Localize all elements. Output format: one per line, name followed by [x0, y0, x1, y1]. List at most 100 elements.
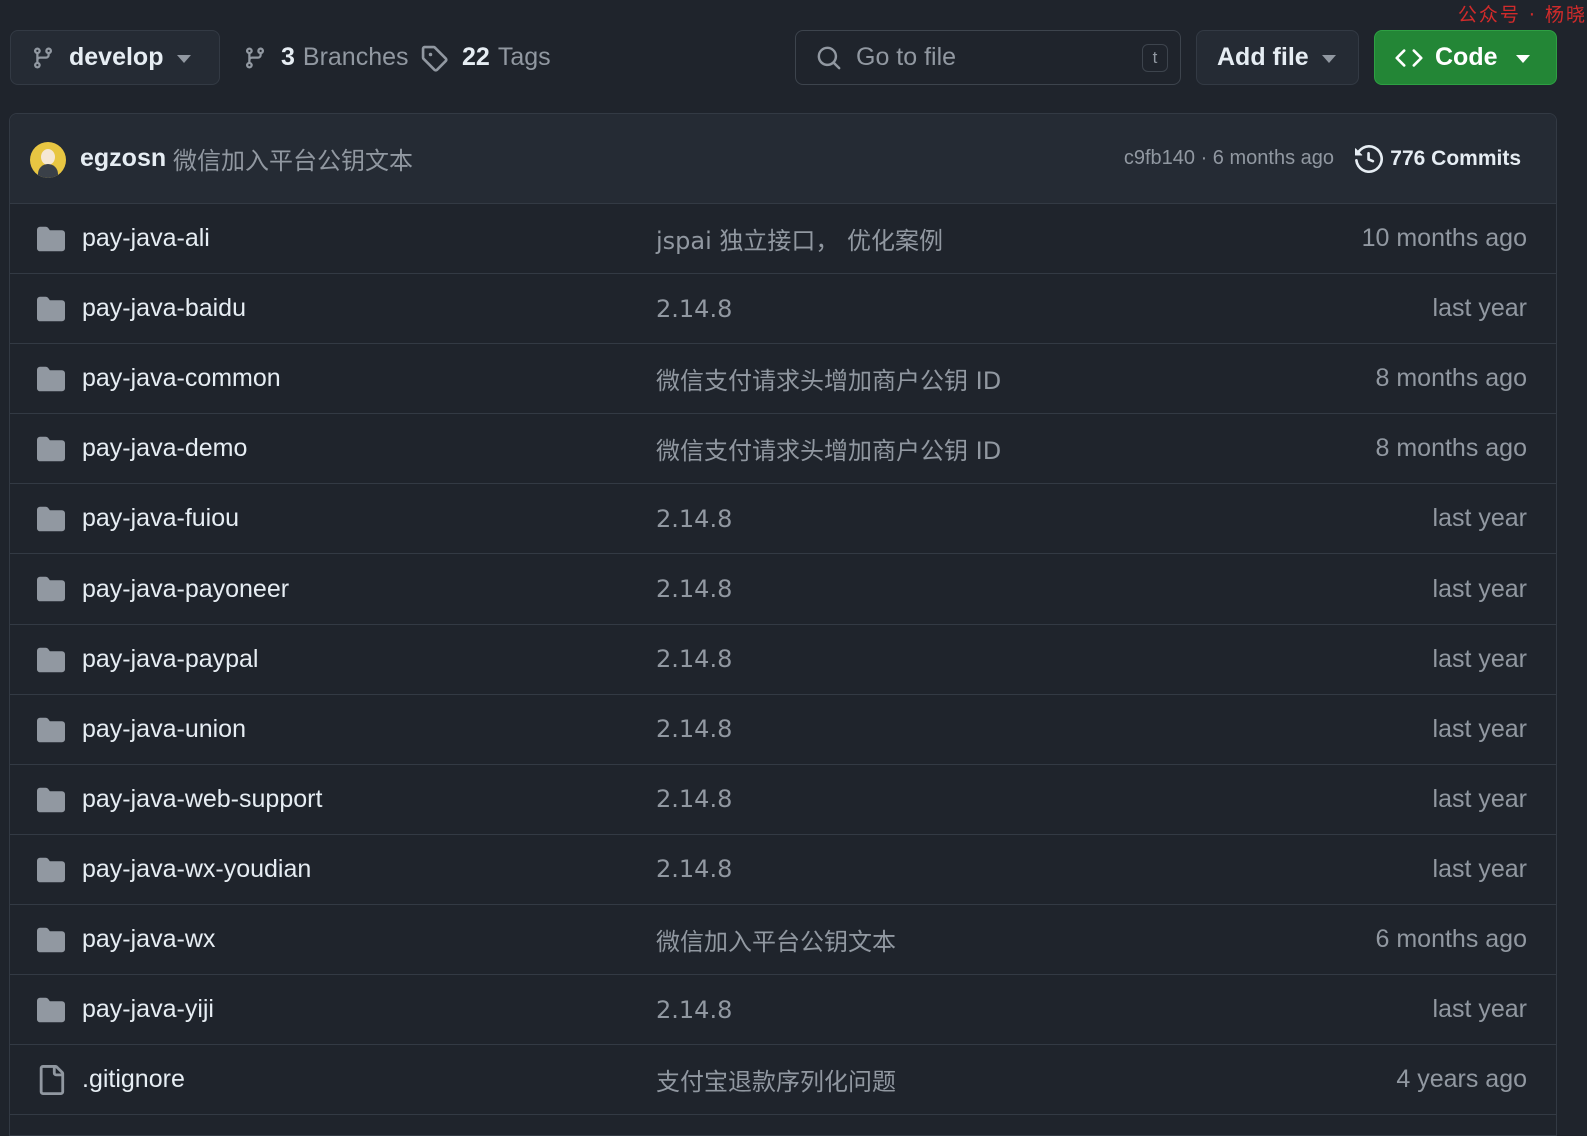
history-icon	[1355, 144, 1384, 173]
avatar[interactable]	[30, 142, 66, 178]
branches-link[interactable]: 3 Branches	[243, 30, 409, 85]
tags-link[interactable]: 22 Tags	[420, 30, 551, 85]
table-row[interactable]: pay-java-union 2.14.8 last year	[10, 695, 1556, 765]
file-name-link[interactable]: pay-java-union	[82, 715, 246, 744]
go-to-file-search[interactable]: t	[795, 30, 1181, 85]
commit-message-link[interactable]: 2.14.8	[656, 295, 732, 323]
commit-date: last year	[1432, 995, 1527, 1024]
table-row[interactable]: pay-java-payoneer 2.14.8 last year	[10, 554, 1556, 625]
table-row[interactable]: .gitignore 支付宝退款序列化问题 4 years ago	[10, 1045, 1556, 1116]
git-branch-icon	[33, 47, 52, 69]
commit-hash-time[interactable]: c9fb140 · 6 months ago	[1124, 147, 1334, 170]
file-name-link[interactable]: pay-java-fuiou	[82, 504, 239, 533]
search-icon	[817, 46, 841, 69]
commit-message-link[interactable]: 2.14.8	[656, 715, 732, 743]
table-row[interactable]: pay-java-wx-youdian 2.14.8 last year	[10, 835, 1556, 905]
chevron-down-icon	[177, 55, 191, 63]
file-name-link[interactable]: pay-java-payoneer	[82, 575, 289, 604]
file-name-link[interactable]: pay-java-paypal	[82, 645, 259, 674]
folder-icon	[36, 926, 66, 959]
watermark-text: 公众号 · 杨晓	[1457, 4, 1587, 26]
tag-icon	[421, 45, 448, 72]
file-icon	[36, 1065, 66, 1100]
file-name-link[interactable]: pay-java-yiji	[82, 995, 214, 1024]
folder-icon	[36, 225, 66, 258]
commit-message-link[interactable]: 微信支付请求头增加商户公钥 ID	[656, 361, 1001, 396]
table-row[interactable]: pay-java-paypal 2.14.8 last year	[10, 625, 1556, 695]
tags-label: Tags	[497, 43, 551, 71]
code-icon	[1395, 48, 1423, 67]
commit-date: last year	[1432, 574, 1527, 603]
chevron-down-icon	[1322, 55, 1336, 63]
commit-date: last year	[1432, 504, 1527, 533]
code-label: Code	[1435, 43, 1498, 71]
commit-date: last year	[1432, 644, 1527, 673]
commit-message-link[interactable]: 2.14.8	[656, 575, 732, 603]
table-row[interactable]: pay-java-common 微信支付请求头增加商户公钥 ID 8 months …	[10, 344, 1556, 415]
table-row[interactable]: pay-java-fuiou 2.14.8 last year	[10, 484, 1556, 555]
commit-date: 10 months ago	[1361, 224, 1527, 253]
commit-date: 6 months ago	[1375, 924, 1528, 953]
repo-toolbar: develop 3 Branches 22 Tags t Add file Co…	[0, 0, 1587, 112]
folder-icon	[36, 295, 66, 328]
table-row[interactable]: pay-java-demo 微信支付请求头增加商户公钥 ID 8 months ag…	[10, 414, 1556, 485]
commit-message-link[interactable]: jspai 独立接口， 优化案例	[656, 221, 943, 256]
keyboard-shortcut-hint: t	[1142, 44, 1168, 72]
branch-selector-button[interactable]: develop	[10, 30, 220, 85]
folder-icon	[36, 996, 66, 1029]
file-name-link[interactable]: pay-java-common	[82, 364, 281, 393]
commit-date: last year	[1432, 784, 1527, 813]
commit-message-link[interactable]: 微信加入平台公钥文本	[656, 922, 896, 957]
commit-message-link[interactable]: 微信加入平台公钥文本	[173, 141, 413, 176]
avatar-body	[38, 164, 58, 178]
git-branch-icon	[245, 47, 264, 69]
folder-icon	[36, 505, 66, 538]
commit-date: last year	[1432, 714, 1527, 743]
file-table: egzosn 微信加入平台公钥文本 c9fb140 · 6 months ago…	[9, 113, 1557, 1136]
commit-message-link[interactable]: 支付宝退款序列化问题	[656, 1062, 896, 1097]
commits-count-label: 776 Commits	[1390, 146, 1521, 170]
table-row[interactable]: pay-java-web-support 2.14.8 last year	[10, 765, 1556, 835]
file-name-link[interactable]: pay-java-demo	[82, 434, 247, 463]
commit-date: last year	[1432, 854, 1527, 883]
chevron-down-icon	[1516, 55, 1530, 63]
folder-icon	[36, 716, 66, 749]
commit-message-link[interactable]: 2.14.8	[656, 996, 732, 1024]
commit-author-link[interactable]: egzosn	[80, 144, 166, 173]
go-to-file-input[interactable]	[856, 43, 1116, 72]
file-name-link[interactable]: .gitignore	[82, 1065, 185, 1094]
table-row[interactable]: pay-java-wx 微信加入平台公钥文本 6 months ago	[10, 905, 1556, 976]
add-file-button[interactable]: Add file	[1196, 30, 1359, 85]
file-name-link[interactable]: pay-java-ali	[82, 224, 210, 253]
folder-icon	[36, 575, 66, 608]
table-row[interactable]: pay-java-baidu 2.14.8 last year	[10, 274, 1556, 345]
file-name-link[interactable]: pay-java-wx	[82, 925, 215, 954]
commit-date: 8 months ago	[1375, 364, 1528, 393]
commit-message-link[interactable]: 微信支付请求头增加商户公钥 ID	[656, 431, 1001, 466]
commit-date: last year	[1432, 294, 1527, 323]
branches-count: 3	[281, 43, 295, 71]
commit-message-link[interactable]: 2.14.8	[656, 785, 732, 813]
commit-message-link[interactable]: 2.14.8	[656, 645, 732, 673]
commit-date: 8 months ago	[1375, 434, 1528, 463]
latest-commit-bar: egzosn 微信加入平台公钥文本 c9fb140 · 6 months ago…	[10, 114, 1556, 204]
commit-date: 4 years ago	[1396, 1065, 1527, 1094]
add-file-label: Add file	[1217, 43, 1309, 71]
folder-icon	[36, 856, 66, 889]
tags-count: 22	[462, 43, 490, 71]
code-button[interactable]: Code	[1374, 30, 1557, 85]
table-row[interactable]: pay-java-ali jspai 独立接口， 优化案例 10 months ag…	[10, 204, 1556, 275]
folder-icon	[36, 786, 66, 819]
file-name-link[interactable]: pay-java-web-support	[82, 785, 322, 814]
table-row[interactable]: pay-java-yiji 2.14.8 last year	[10, 975, 1556, 1046]
commits-history-link[interactable]: 776 Commits	[1355, 144, 1521, 173]
avatar-face	[41, 149, 55, 165]
folder-icon	[36, 365, 66, 398]
commit-message-link[interactable]: 2.14.8	[656, 855, 732, 883]
file-list: pay-java-ali jspai 独立接口， 优化案例 10 months ag…	[10, 204, 1556, 1116]
file-name-link[interactable]: pay-java-baidu	[82, 294, 246, 323]
file-name-link[interactable]: pay-java-wx-youdian	[82, 855, 311, 884]
folder-icon	[36, 646, 66, 679]
commit-message-link[interactable]: 2.14.8	[656, 505, 732, 533]
folder-icon	[36, 435, 66, 468]
